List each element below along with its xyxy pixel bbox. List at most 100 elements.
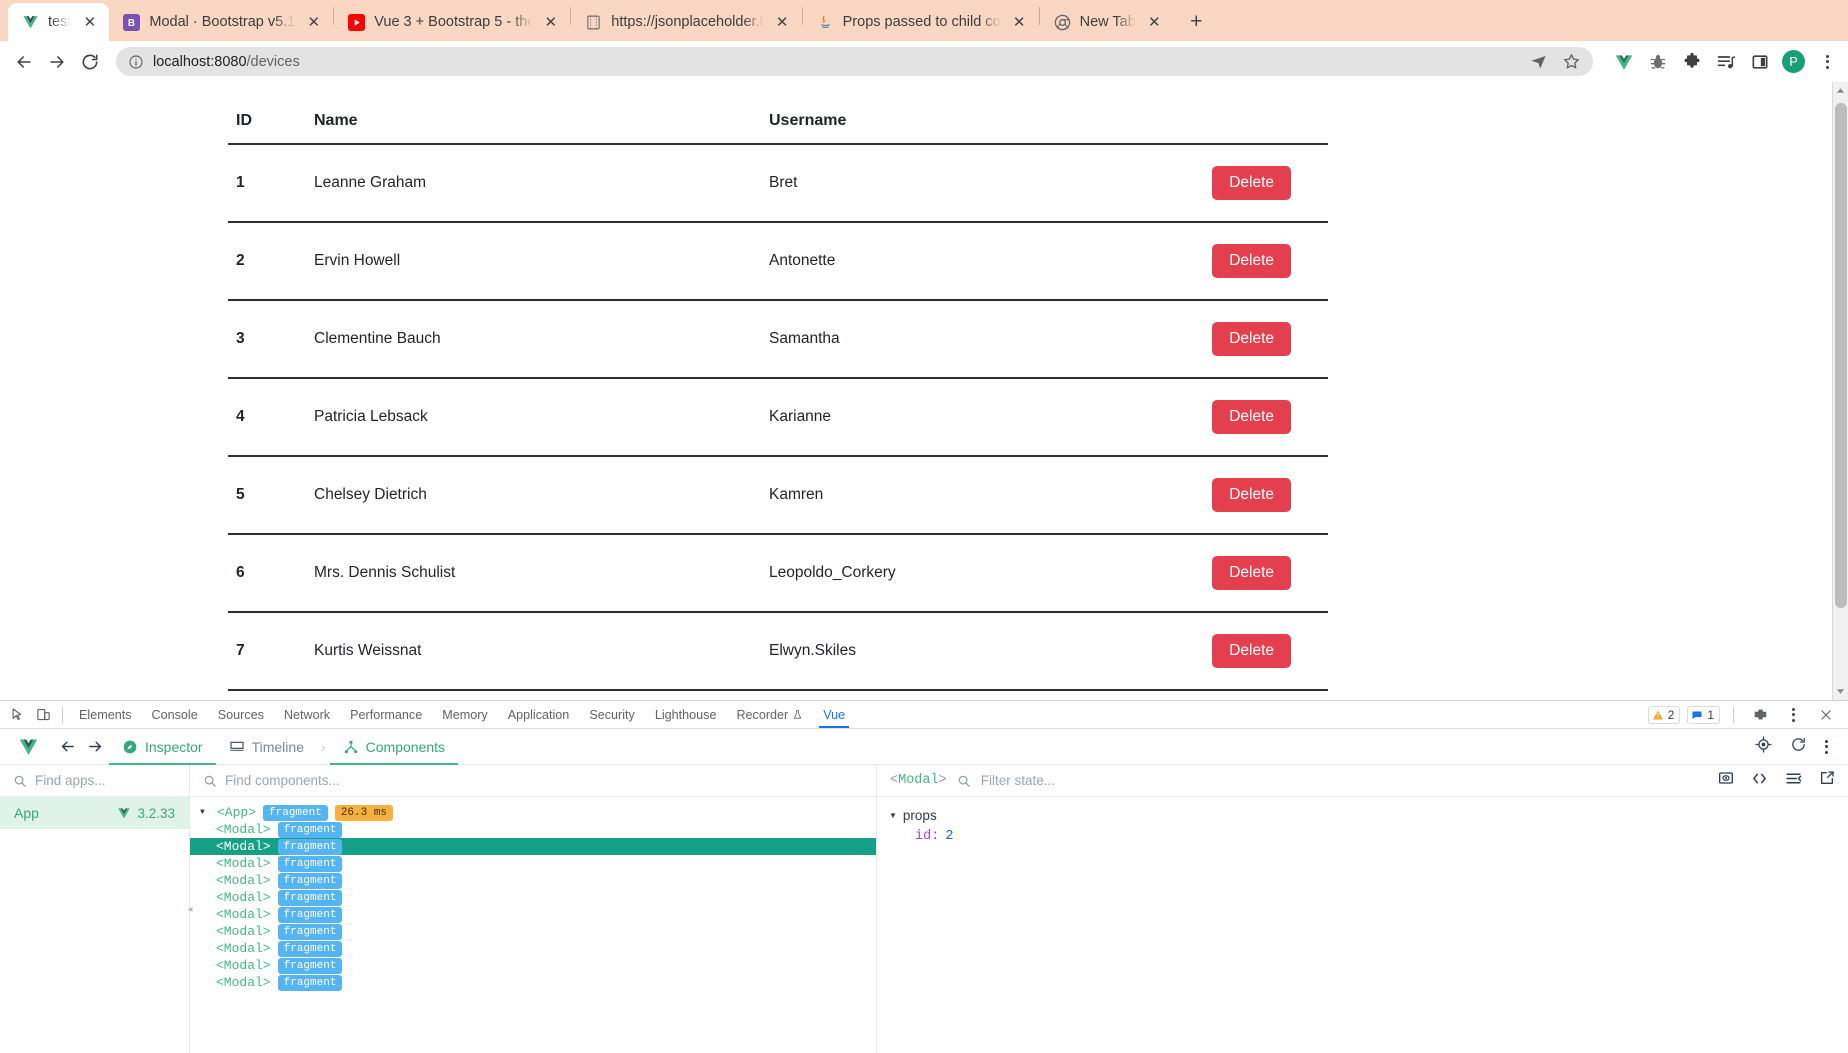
chevron-down-icon[interactable]: ▼ bbox=[200, 808, 210, 817]
puzzle-extensions-icon[interactable] bbox=[1680, 50, 1703, 73]
browser-tab[interactable]: Props passed to child com ✕ bbox=[803, 3, 1039, 41]
vue-tab-timeline[interactable]: Timeline bbox=[216, 729, 317, 765]
tree-node-modal[interactable]: <Modal> fragment bbox=[190, 906, 876, 923]
browser-tab[interactable]: New Tab ✕ bbox=[1040, 3, 1174, 41]
device-toolbar-icon[interactable] bbox=[30, 702, 56, 728]
tab-elements[interactable]: Elements bbox=[69, 701, 142, 728]
close-icon[interactable] bbox=[1813, 702, 1839, 728]
tab-vue[interactable]: Vue bbox=[813, 701, 855, 728]
tab-close-button[interactable]: ✕ bbox=[80, 13, 99, 32]
vue-devtools-icon[interactable] bbox=[1612, 50, 1635, 73]
tree-node-type-chip: fragment bbox=[277, 906, 343, 923]
scrollbar-thumb[interactable] bbox=[1834, 103, 1847, 608]
tab-performance[interactable]: Performance bbox=[340, 701, 432, 728]
tree-node-modal[interactable]: <Modal> fragment bbox=[190, 855, 876, 872]
forward-button[interactable] bbox=[42, 47, 72, 77]
delete-button[interactable]: Delete bbox=[1212, 478, 1291, 512]
state-entry[interactable]: id: 2 bbox=[877, 826, 1848, 847]
tree-node-modal[interactable]: <Modal> fragment bbox=[190, 838, 876, 855]
tab-security[interactable]: Security bbox=[579, 701, 645, 728]
new-tab-button[interactable]: + bbox=[1182, 7, 1211, 36]
external-link-icon[interactable] bbox=[1819, 770, 1835, 791]
state-entry-key: id: bbox=[915, 829, 940, 844]
delete-button[interactable]: Delete bbox=[1212, 166, 1291, 200]
playlist-icon[interactable] bbox=[1714, 50, 1737, 73]
tree-node-type-chip: fragment bbox=[263, 804, 328, 821]
tree-node-modal[interactable]: <Modal> fragment bbox=[190, 821, 876, 838]
browser-tab[interactable]: test ✕ bbox=[8, 3, 110, 41]
info-circle-icon[interactable] bbox=[128, 54, 144, 70]
open-in-editor-icon[interactable] bbox=[1751, 770, 1768, 792]
tree-node-modal[interactable]: <Modal> fragment bbox=[190, 974, 876, 991]
tab-network[interactable]: Network bbox=[274, 701, 340, 728]
delete-button[interactable]: Delete bbox=[1212, 556, 1291, 590]
tree-node-type-chip: fragment bbox=[277, 957, 343, 974]
tree-node-modal[interactable]: <Modal> fragment bbox=[190, 940, 876, 957]
vue-tab-inspector[interactable]: Inspector bbox=[109, 729, 216, 765]
delete-button[interactable]: Delete bbox=[1212, 634, 1291, 668]
devtools-more-button[interactable] bbox=[1780, 702, 1806, 728]
app-list-item[interactable]: App 3.2.33 bbox=[0, 797, 189, 829]
tree-node-modal[interactable]: <Modal> fragment bbox=[190, 889, 876, 906]
tab-title: https://jsonplaceholder.t bbox=[611, 14, 764, 30]
tab-title: Vue 3 + Bootstrap 5 - the e bbox=[374, 14, 533, 30]
tab-sources[interactable]: Sources bbox=[208, 701, 274, 728]
tab-close-button[interactable]: ✕ bbox=[1145, 13, 1164, 32]
sidepanel-icon[interactable] bbox=[1748, 50, 1771, 73]
warning-badge[interactable]: 2 bbox=[1647, 705, 1681, 724]
delete-button[interactable]: Delete bbox=[1212, 244, 1291, 278]
browser-tab[interactable]: B Modal · Bootstrap v5.1 ✕ bbox=[109, 3, 333, 41]
scrollbar-down-arrow[interactable] bbox=[1833, 683, 1848, 700]
tree-node-modal[interactable]: <Modal> fragment bbox=[190, 957, 876, 974]
column-header-name: Name bbox=[306, 104, 761, 145]
browser-tab[interactable]: Vue 3 + Bootstrap 5 - the e ✕ bbox=[334, 3, 570, 41]
collapse-all-icon[interactable] bbox=[1785, 770, 1802, 792]
cell-actions: Delete bbox=[1111, 378, 1328, 457]
share-arrow-icon[interactable] bbox=[1529, 52, 1548, 71]
bug-icon[interactable] bbox=[1646, 50, 1669, 73]
chevron-down-icon[interactable]: ▼ bbox=[889, 811, 897, 820]
address-bar[interactable]: localhost:8080/devices bbox=[116, 47, 1593, 76]
state-group-props[interactable]: ▼ props bbox=[877, 805, 1848, 826]
refresh-icon[interactable] bbox=[1790, 736, 1807, 758]
star-icon[interactable] bbox=[1562, 52, 1581, 71]
back-button[interactable] bbox=[9, 47, 39, 77]
find-apps-search[interactable]: Find apps... bbox=[0, 765, 189, 797]
gear-icon[interactable] bbox=[1747, 702, 1773, 728]
find-components-search[interactable]: Find components... bbox=[190, 765, 876, 797]
vue-forward-button[interactable] bbox=[81, 733, 109, 761]
profile-avatar[interactable]: P bbox=[1782, 50, 1805, 73]
delete-button[interactable]: Delete bbox=[1212, 400, 1291, 434]
delete-button[interactable]: Delete bbox=[1212, 322, 1291, 356]
tab-close-button[interactable]: ✕ bbox=[304, 13, 323, 32]
tab-recorder[interactable]: Recorder bbox=[726, 701, 813, 728]
cell-actions: Delete bbox=[1111, 300, 1328, 379]
tab-close-button[interactable]: ✕ bbox=[773, 13, 792, 32]
tree-node-modal[interactable]: <Modal> fragment bbox=[190, 872, 876, 889]
message-badge[interactable]: 1 bbox=[1687, 705, 1720, 724]
browser-menu-button[interactable] bbox=[1816, 50, 1839, 73]
reload-button[interactable] bbox=[75, 47, 105, 77]
tree-node-modal[interactable]: <Modal> fragment bbox=[190, 923, 876, 940]
table-row: 2 Ervin Howell Antonette Delete bbox=[228, 222, 1328, 301]
tab-memory[interactable]: Memory bbox=[432, 701, 497, 728]
state-panel-header: <Modal> Filter state... bbox=[877, 765, 1848, 797]
page-scrollbar[interactable] bbox=[1832, 82, 1848, 700]
vue-toolbar: Inspector Timeline › Components bbox=[0, 729, 1848, 765]
vue-more-button[interactable] bbox=[1825, 739, 1828, 754]
tab-close-button[interactable]: ✕ bbox=[541, 13, 560, 32]
inspect-element-icon[interactable] bbox=[4, 702, 30, 728]
scrollbar-up-arrow[interactable] bbox=[1833, 82, 1848, 99]
tab-console[interactable]: Console bbox=[142, 701, 208, 728]
scrollbar-track[interactable] bbox=[1833, 99, 1848, 683]
panel-collapse-handle[interactable]: ◂ bbox=[184, 898, 196, 920]
tab-application[interactable]: Application bbox=[498, 701, 580, 728]
tab-close-button[interactable]: ✕ bbox=[1010, 13, 1029, 32]
tree-node-app[interactable]: ▼ <App> fragment 26.3 ms bbox=[190, 804, 876, 821]
browser-tab[interactable]: https://jsonplaceholder.t ✕ bbox=[571, 3, 801, 41]
vue-back-button[interactable] bbox=[53, 733, 81, 761]
target-icon[interactable] bbox=[1755, 735, 1772, 758]
vue-subtab-components[interactable]: Components bbox=[329, 729, 459, 765]
inspect-dom-icon[interactable] bbox=[1718, 770, 1734, 791]
tab-lighthouse[interactable]: Lighthouse bbox=[645, 701, 727, 728]
